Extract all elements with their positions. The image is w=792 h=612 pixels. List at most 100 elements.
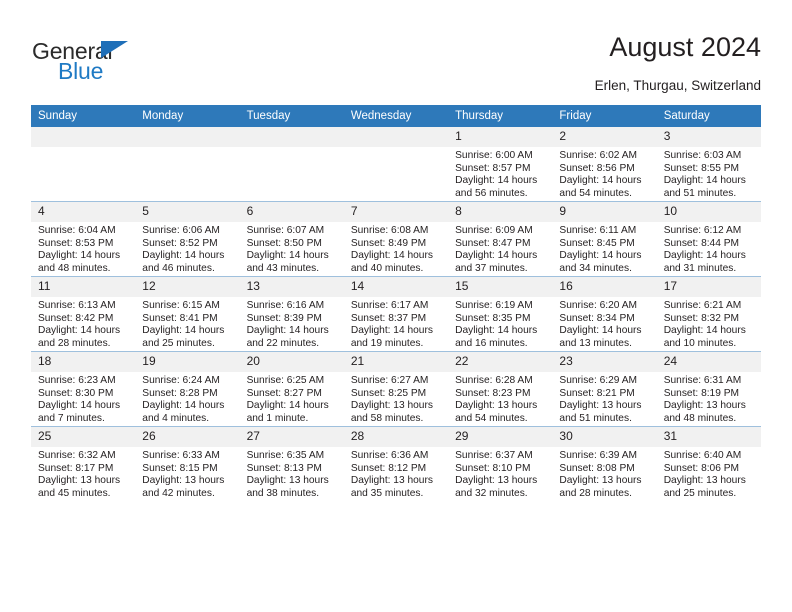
day-sun-info: Sunrise: 6:33 AM Sunset: 8:15 PM Daylight:…	[135, 447, 239, 500]
sunset-time: Sunset: 8:12 PM	[350, 462, 427, 474]
day-number	[135, 127, 240, 147]
sunset-time: Sunset: 8:13 PM	[246, 462, 322, 474]
calendar-day-cell[interactable]: 19 Sunrise: 6:24 AM Sunset: 8:28 PM Dayligh…	[135, 351, 240, 427]
sunset-time: Sunset: 8:39 PM	[246, 312, 322, 324]
sunrise-time: Sunrise: 6:29 AM	[559, 375, 637, 386]
sunset-time: Sunset: 8:17 PM	[38, 462, 114, 474]
general-blue-logo[interactable]: General Blue	[32, 38, 212, 86]
calendar-day-cell[interactable]: 5 Sunrise: 6:06 AM Sunset: 8:52 PM Daylight…	[135, 201, 240, 277]
sunset-time: Sunset: 8:37 PM	[350, 312, 427, 324]
daylight-duration-line1: Daylight: 14 hours	[142, 400, 225, 412]
daylight-duration-line1: Daylight: 13 hours	[38, 475, 121, 487]
daylight-duration-line1: Daylight: 13 hours	[455, 475, 538, 487]
calendar-day-cell[interactable]: 28 Sunrise: 6:36 AM Sunset: 8:12 PM Dayligh…	[343, 426, 449, 501]
calendar-day-cell[interactable]: 12 Sunrise: 6:15 AM Sunset: 8:41 PM Dayligh…	[135, 276, 240, 352]
calendar-day-cell[interactable]: 1 Sunrise: 6:00 AM Sunset: 8:57 PM Daylight…	[448, 127, 553, 202]
calendar-day-cell[interactable]: 23 Sunrise: 6:29 AM Sunset: 8:21 PM Dayligh…	[552, 351, 657, 427]
calendar-day-cell[interactable]: 4 Sunrise: 6:04 AM Sunset: 8:53 PM Daylight…	[31, 201, 136, 277]
sunset-time: Sunset: 8:55 PM	[663, 162, 740, 174]
day-number: 9	[552, 202, 657, 222]
daylight-duration-line1: Daylight: 13 hours	[455, 400, 538, 412]
day-sun-info: Sunrise: 6:15 AM Sunset: 8:41 PM Daylight:…	[135, 297, 239, 350]
sunrise-time: Sunrise: 6:03 AM	[663, 150, 742, 161]
sunset-time: Sunset: 8:44 PM	[663, 237, 740, 249]
day-sun-info: Sunrise: 6:39 AM Sunset: 8:08 PM Daylight:…	[552, 447, 656, 500]
sunrise-time: Sunrise: 6:17 AM	[350, 300, 429, 311]
sunset-time: Sunset: 8:06 PM	[663, 462, 740, 474]
daylight-duration-line1: Daylight: 14 hours	[38, 325, 121, 337]
calendar-day-cell[interactable]: 2 Sunrise: 6:02 AM Sunset: 8:56 PM Daylight…	[552, 127, 657, 202]
day-sun-info: Sunrise: 6:36 AM Sunset: 8:12 PM Daylight:…	[344, 447, 448, 500]
calendar-day-cell[interactable]: 17 Sunrise: 6:21 AM Sunset: 8:32 PM Dayligh…	[656, 276, 761, 352]
calendar-day-cell[interactable]: 30 Sunrise: 6:39 AM Sunset: 8:08 PM Dayligh…	[552, 426, 657, 501]
calendar-day-cell[interactable]: 9 Sunrise: 6:11 AM Sunset: 8:45 PM Daylight…	[552, 201, 657, 277]
day-sun-info: Sunrise: 6:12 AM Sunset: 8:44 PM Daylight:…	[657, 222, 761, 275]
calendar-day-cell[interactable]: 25 Sunrise: 6:32 AM Sunset: 8:17 PM Dayligh…	[31, 426, 136, 501]
day-sun-info: Sunrise: 6:25 AM Sunset: 8:27 PM Daylight:…	[240, 372, 344, 425]
weekday-header-saturday: Saturday	[656, 105, 761, 127]
daylight-duration-line1: Daylight: 14 hours	[246, 325, 329, 337]
daylight-duration-line2: and 22 minutes.	[246, 337, 320, 349]
sunrise-time: Sunrise: 6:16 AM	[246, 300, 325, 311]
daylight-duration-line1: Daylight: 14 hours	[663, 175, 746, 187]
sunset-time: Sunset: 8:15 PM	[142, 462, 218, 474]
day-number: 28	[343, 427, 449, 447]
sunset-time: Sunset: 8:25 PM	[350, 387, 427, 399]
calendar-day-cell[interactable]: 10 Sunrise: 6:12 AM Sunset: 8:44 PM Dayligh…	[656, 201, 761, 277]
day-number: 19	[135, 352, 240, 372]
calendar-day-cell[interactable]: 24 Sunrise: 6:31 AM Sunset: 8:19 PM Dayligh…	[656, 351, 761, 427]
calendar-day-cell[interactable]: 26 Sunrise: 6:33 AM Sunset: 8:15 PM Dayligh…	[135, 426, 240, 501]
calendar-day-cell[interactable]: 13 Sunrise: 6:16 AM Sunset: 8:39 PM Dayligh…	[239, 276, 344, 352]
daylight-duration-line1: Daylight: 14 hours	[559, 175, 642, 187]
sunrise-time: Sunrise: 6:32 AM	[38, 450, 116, 461]
sunset-time: Sunset: 8:41 PM	[142, 312, 218, 324]
daylight-duration-line2: and 51 minutes.	[559, 412, 632, 424]
calendar-day-cell[interactable]: 27 Sunrise: 6:35 AM Sunset: 8:13 PM Dayligh…	[239, 426, 344, 501]
day-sun-info: Sunrise: 6:13 AM Sunset: 8:42 PM Daylight:…	[31, 297, 135, 350]
day-number: 14	[343, 277, 449, 297]
sunset-time: Sunset: 8:19 PM	[663, 387, 740, 399]
day-number: 4	[31, 202, 136, 222]
calendar-day-cell[interactable]: 3 Sunrise: 6:03 AM Sunset: 8:55 PM Daylight…	[656, 127, 761, 202]
daylight-duration-line2: and 31 minutes.	[663, 262, 737, 274]
sunset-time: Sunset: 8:27 PM	[246, 387, 322, 399]
calendar-day-cell[interactable]: 16 Sunrise: 6:20 AM Sunset: 8:34 PM Dayligh…	[552, 276, 657, 352]
daylight-duration-line1: Daylight: 14 hours	[455, 325, 538, 337]
sunrise-time: Sunrise: 6:09 AM	[455, 225, 533, 236]
sunrise-time: Sunrise: 6:19 AM	[455, 300, 533, 311]
day-sun-info: Sunrise: 6:07 AM Sunset: 8:50 PM Daylight:…	[240, 222, 344, 275]
daylight-duration-line1: Daylight: 14 hours	[663, 250, 746, 262]
calendar-day-cell[interactable]: 31 Sunrise: 6:40 AM Sunset: 8:06 PM Dayligh…	[656, 426, 761, 501]
calendar-week-row: 1 Sunrise: 6:00 AM Sunset: 8:57 PM Daylight…	[31, 127, 761, 202]
day-sun-info: Sunrise: 6:21 AM Sunset: 8:32 PM Daylight:…	[657, 297, 761, 350]
day-sun-info: Sunrise: 6:40 AM Sunset: 8:06 PM Daylight:…	[657, 447, 761, 500]
calendar-day-cell[interactable]: 14 Sunrise: 6:17 AM Sunset: 8:37 PM Dayligh…	[343, 276, 449, 352]
sunrise-time: Sunrise: 6:23 AM	[38, 375, 116, 386]
daylight-duration-line1: Daylight: 13 hours	[663, 400, 746, 412]
calendar-day-cell[interactable]: 22 Sunrise: 6:28 AM Sunset: 8:23 PM Dayligh…	[448, 351, 553, 427]
day-number: 27	[239, 427, 344, 447]
calendar-day-cell[interactable]: 15 Sunrise: 6:19 AM Sunset: 8:35 PM Dayligh…	[448, 276, 553, 352]
sunrise-time: Sunrise: 6:11 AM	[559, 225, 637, 236]
calendar-day-cell[interactable]: 8 Sunrise: 6:09 AM Sunset: 8:47 PM Daylight…	[448, 201, 553, 277]
daylight-duration-line1: Daylight: 13 hours	[559, 475, 642, 487]
sunset-time: Sunset: 8:32 PM	[663, 312, 740, 324]
calendar-day-cell[interactable]: 7 Sunrise: 6:08 AM Sunset: 8:49 PM Daylight…	[343, 201, 449, 277]
day-number: 20	[239, 352, 344, 372]
calendar-day-cell[interactable]: 29 Sunrise: 6:37 AM Sunset: 8:10 PM Dayligh…	[448, 426, 553, 501]
calendar-week-row: 4 Sunrise: 6:04 AM Sunset: 8:53 PM Daylight…	[31, 201, 761, 277]
day-sun-info: Sunrise: 6:08 AM Sunset: 8:49 PM Daylight:…	[344, 222, 448, 275]
calendar-day-cell[interactable]: 11 Sunrise: 6:13 AM Sunset: 8:42 PM Dayligh…	[31, 276, 136, 352]
calendar-day-cell[interactable]: 18 Sunrise: 6:23 AM Sunset: 8:30 PM Dayligh…	[31, 351, 136, 427]
day-sun-info: Sunrise: 6:35 AM Sunset: 8:13 PM Daylight:…	[240, 447, 344, 500]
calendar-day-cell[interactable]: 21 Sunrise: 6:27 AM Sunset: 8:25 PM Dayligh…	[343, 351, 449, 427]
calendar-day-cell[interactable]: 20 Sunrise: 6:25 AM Sunset: 8:27 PM Dayligh…	[239, 351, 344, 427]
daylight-duration-line2: and 54 minutes.	[559, 187, 632, 199]
calendar-day-cell[interactable]: 6 Sunrise: 6:07 AM Sunset: 8:50 PM Daylight…	[239, 201, 344, 277]
sunset-time: Sunset: 8:50 PM	[246, 237, 322, 249]
sunrise-time: Sunrise: 6:00 AM	[455, 150, 533, 161]
sunrise-time: Sunrise: 6:20 AM	[559, 300, 637, 311]
day-sun-info: Sunrise: 6:23 AM Sunset: 8:30 PM Daylight:…	[31, 372, 135, 425]
daylight-duration-line2: and 25 minutes.	[142, 337, 215, 349]
daylight-duration-line1: Daylight: 13 hours	[663, 475, 746, 487]
